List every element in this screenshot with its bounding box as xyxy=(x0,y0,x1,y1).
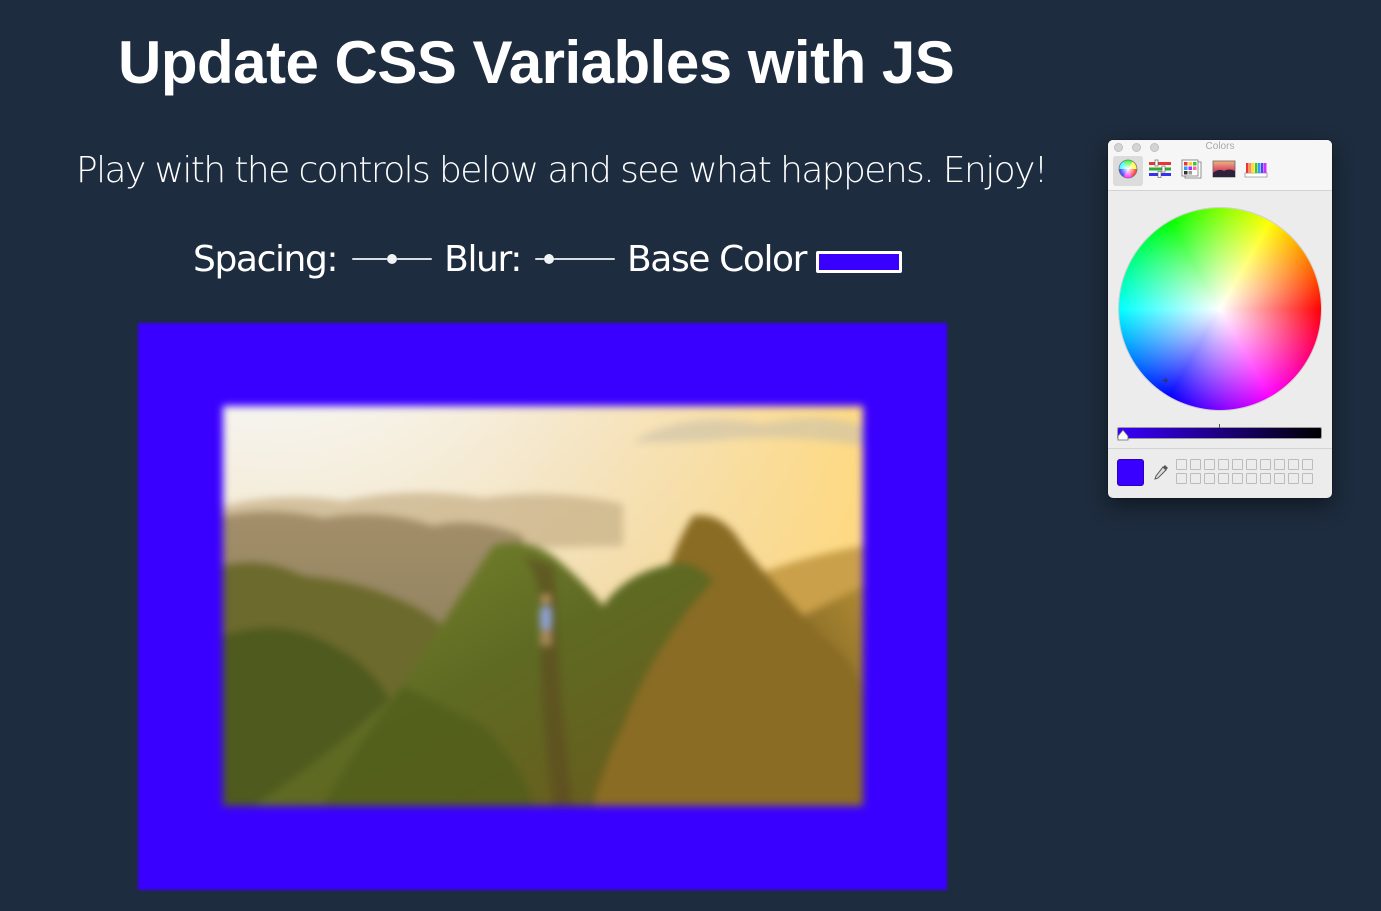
saved-swatches-grid xyxy=(1176,459,1313,484)
saved-swatch[interactable] xyxy=(1176,473,1187,484)
saved-swatch[interactable] xyxy=(1232,459,1243,470)
page-subtitle: Play with the controls below and see wha… xyxy=(76,150,1048,191)
color-wheel-tab[interactable] xyxy=(1113,156,1143,186)
blur-slider-thumb[interactable] xyxy=(544,254,555,264)
pencils-icon xyxy=(1244,159,1268,184)
saved-swatch[interactable] xyxy=(1274,459,1285,470)
saved-swatch[interactable] xyxy=(1246,459,1257,470)
color-wheel[interactable] xyxy=(1119,208,1321,410)
page-title: Update CSS Variables with JS xyxy=(118,29,955,96)
saved-swatch[interactable] xyxy=(1260,459,1271,470)
saved-swatch[interactable] xyxy=(1218,459,1229,470)
color-wheel-area: ⌖ xyxy=(1108,191,1332,426)
saved-swatch[interactable] xyxy=(1218,473,1229,484)
saved-swatch[interactable] xyxy=(1176,459,1187,470)
base-color-input[interactable] xyxy=(816,251,903,273)
image-palettes-tab[interactable] xyxy=(1209,156,1239,186)
color-wheel-icon xyxy=(1118,159,1138,184)
saved-swatch[interactable] xyxy=(1302,459,1313,470)
pencils-tab[interactable] xyxy=(1241,156,1271,186)
page: Update CSS Variables with JS Play with t… xyxy=(0,0,1381,911)
mountain-ridge-hiker-photo xyxy=(223,406,863,806)
colors-panel-title: Colors xyxy=(1205,141,1235,152)
base-color-label: Base Color xyxy=(626,238,808,280)
saved-swatch[interactable] xyxy=(1302,473,1313,484)
saved-swatch[interactable] xyxy=(1232,473,1243,484)
brightness-center-tick xyxy=(1219,424,1220,428)
blur-slider[interactable] xyxy=(534,249,615,269)
spacing-label: Spacing: xyxy=(193,238,339,280)
color-palettes-icon xyxy=(1181,159,1203,184)
spacing-slider[interactable] xyxy=(352,249,433,269)
saved-swatch[interactable] xyxy=(1204,459,1215,470)
saved-swatch[interactable] xyxy=(1274,473,1285,484)
color-sliders-icon xyxy=(1148,159,1172,184)
saved-swatch[interactable] xyxy=(1288,459,1299,470)
saved-swatch[interactable] xyxy=(1204,473,1215,484)
saved-swatch[interactable] xyxy=(1246,473,1257,484)
brightness-slider-knob[interactable] xyxy=(1117,428,1129,441)
colors-panel: Colors ⌖ xyxy=(1108,140,1332,498)
image-palettes-icon xyxy=(1212,159,1236,184)
color-palettes-tab[interactable] xyxy=(1177,156,1207,186)
controls-bar: Spacing: Blur: Base Color xyxy=(193,234,903,284)
saved-swatch[interactable] xyxy=(1190,459,1201,470)
crosshair-icon[interactable]: ⌖ xyxy=(1162,374,1169,386)
colors-panel-titlebar[interactable]: Colors xyxy=(1108,140,1332,154)
saved-swatch[interactable] xyxy=(1190,473,1201,484)
saved-swatch[interactable] xyxy=(1260,473,1271,484)
colors-panel-footer xyxy=(1108,448,1332,498)
colors-mode-toolbar xyxy=(1108,154,1332,191)
current-color-well[interactable] xyxy=(1117,459,1144,486)
saved-swatch[interactable] xyxy=(1288,473,1299,484)
blur-label: Blur: xyxy=(444,238,522,280)
spacing-slider-thumb[interactable] xyxy=(387,254,398,264)
color-sliders-tab[interactable] xyxy=(1145,156,1175,186)
eyedropper-icon[interactable] xyxy=(1152,463,1170,481)
brightness-slider[interactable] xyxy=(1117,427,1322,439)
